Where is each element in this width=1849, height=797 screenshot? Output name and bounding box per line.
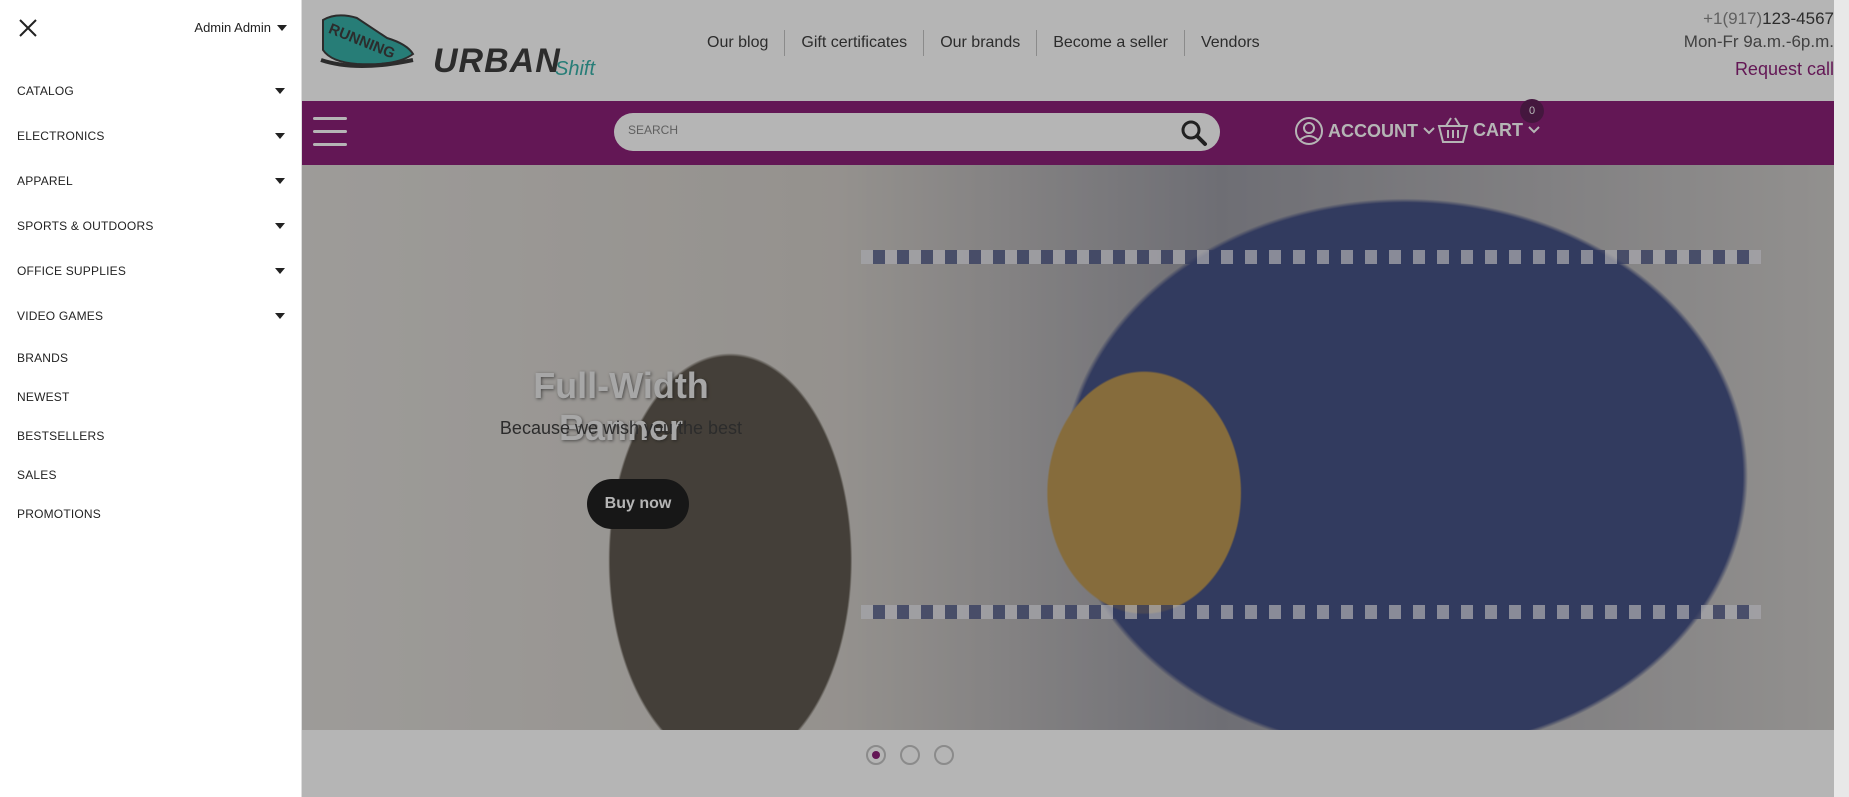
user-menu[interactable]: Admin Admin — [194, 20, 287, 35]
menu-item-label: PROMOTIONS — [17, 506, 102, 521]
menu-item-newest[interactable]: NEWEST — [0, 377, 301, 416]
caret-down-icon[interactable] — [275, 87, 285, 94]
menu-item-electronics[interactable]: ELECTRONICS — [0, 113, 301, 158]
menu-item-apparel[interactable]: APPAREL — [0, 158, 301, 203]
menu-item-label: ELECTRONICS — [17, 128, 105, 143]
scrollbar[interactable] — [1834, 0, 1849, 797]
caret-down-icon[interactable] — [275, 177, 285, 184]
menu-item-promotions[interactable]: PROMOTIONS — [0, 494, 301, 533]
side-drawer: Admin Admin CATALOG ELECTRONICS APPAREL … — [0, 0, 302, 797]
category-menu: CATALOG ELECTRONICS APPAREL SPORTS & OUT… — [0, 68, 301, 533]
menu-item-brands[interactable]: BRANDS — [0, 338, 301, 377]
caret-down-icon[interactable] — [275, 132, 285, 139]
caret-down-icon[interactable] — [275, 312, 285, 319]
menu-item-office-supplies[interactable]: OFFICE SUPPLIES — [0, 248, 301, 293]
menu-item-label: NEWEST — [17, 389, 70, 404]
caret-down-icon — [277, 24, 287, 31]
caret-down-icon[interactable] — [275, 267, 285, 274]
close-icon[interactable] — [18, 18, 38, 38]
menu-item-label: SALES — [17, 467, 57, 482]
menu-item-label: OFFICE SUPPLIES — [17, 263, 127, 278]
menu-item-label: APPAREL — [17, 173, 73, 188]
menu-item-sales[interactable]: SALES — [0, 455, 301, 494]
user-name: Admin Admin — [194, 20, 271, 35]
menu-item-label: SPORTS & OUTDOORS — [17, 218, 154, 233]
menu-item-label: CATALOG — [17, 83, 74, 98]
menu-item-label: VIDEO GAMES — [17, 308, 104, 323]
menu-item-bestsellers[interactable]: BESTSELLERS — [0, 416, 301, 455]
menu-item-label: BESTSELLERS — [17, 428, 105, 443]
menu-item-sports-outdoors[interactable]: SPORTS & OUTDOORS — [0, 203, 301, 248]
menu-item-catalog[interactable]: CATALOG — [0, 68, 301, 113]
menu-item-label: BRANDS — [17, 350, 69, 365]
menu-item-video-games[interactable]: VIDEO GAMES — [0, 293, 301, 338]
drawer-backdrop[interactable] — [301, 0, 1849, 797]
caret-down-icon[interactable] — [275, 222, 285, 229]
